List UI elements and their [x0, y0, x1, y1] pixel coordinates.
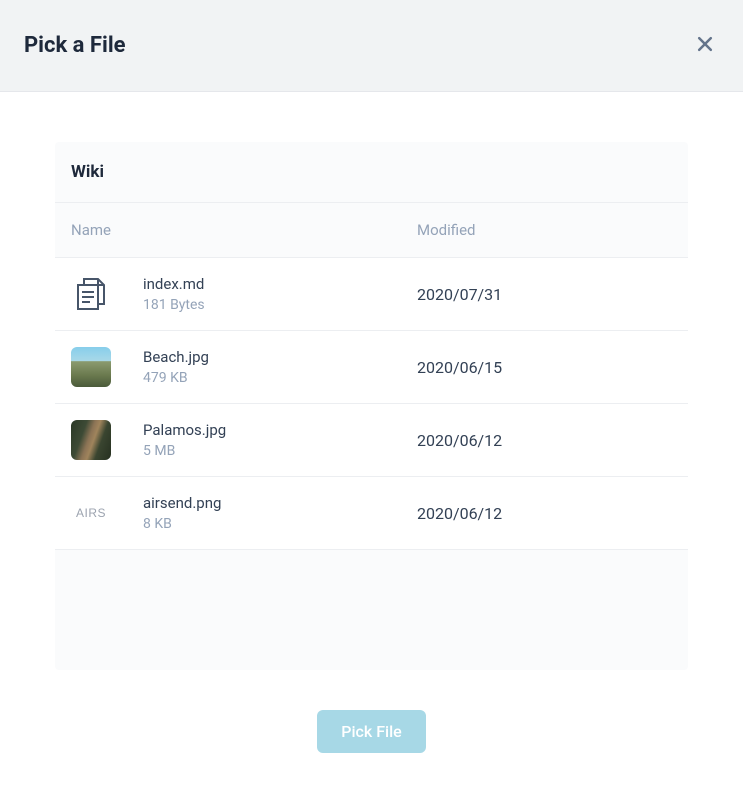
file-name: index.md [143, 275, 417, 293]
spacer [55, 550, 688, 670]
content-area: Wiki Name Modified [0, 92, 743, 690]
file-icon-cell [71, 347, 143, 387]
file-info: Palamos.jpg 5 MB [143, 421, 417, 459]
file-modified: 2020/07/31 [417, 285, 672, 304]
column-header-modified: Modified [417, 221, 672, 239]
file-name: Beach.jpg [143, 348, 417, 366]
image-thumbnail-icon [71, 420, 111, 460]
file-modified: 2020/06/12 [417, 431, 672, 450]
file-modified: 2020/06/15 [417, 358, 672, 377]
file-size: 479 KB [143, 370, 417, 386]
file-icon-cell: AIRS [71, 493, 143, 533]
document-icon [71, 274, 111, 314]
file-icon-cell [71, 274, 143, 314]
file-name: airsend.png [143, 494, 417, 512]
file-info: airsend.png 8 KB [143, 494, 417, 532]
file-row[interactable]: AIRS airsend.png 8 KB 2020/06/12 [55, 477, 688, 550]
file-info: Beach.jpg 479 KB [143, 348, 417, 386]
file-row[interactable]: Palamos.jpg 5 MB 2020/06/12 [55, 404, 688, 477]
file-panel: Wiki Name Modified [55, 142, 688, 670]
file-info: index.md 181 Bytes [143, 275, 417, 313]
file-size: 5 MB [143, 443, 417, 459]
file-name: Palamos.jpg [143, 421, 417, 439]
breadcrumb[interactable]: Wiki [71, 162, 104, 182]
file-icon-cell [71, 420, 143, 460]
breadcrumb-bar: Wiki [55, 142, 688, 203]
file-size: 8 KB [143, 516, 417, 532]
close-button[interactable] [691, 30, 719, 61]
footer: Pick File [0, 690, 743, 783]
column-header-name: Name [71, 221, 417, 239]
modal-title: Pick a File [24, 33, 126, 58]
file-row[interactable]: Beach.jpg 479 KB 2020/06/15 [55, 331, 688, 404]
image-thumbnail-icon: AIRS [71, 493, 111, 533]
file-size: 181 Bytes [143, 297, 417, 313]
file-row[interactable]: index.md 181 Bytes 2020/07/31 [55, 258, 688, 331]
table-header: Name Modified [55, 203, 688, 258]
close-icon [695, 34, 715, 57]
image-thumbnail-icon [71, 347, 111, 387]
modal-header: Pick a File [0, 0, 743, 92]
file-modified: 2020/06/12 [417, 504, 672, 523]
pick-file-button[interactable]: Pick File [317, 710, 426, 753]
